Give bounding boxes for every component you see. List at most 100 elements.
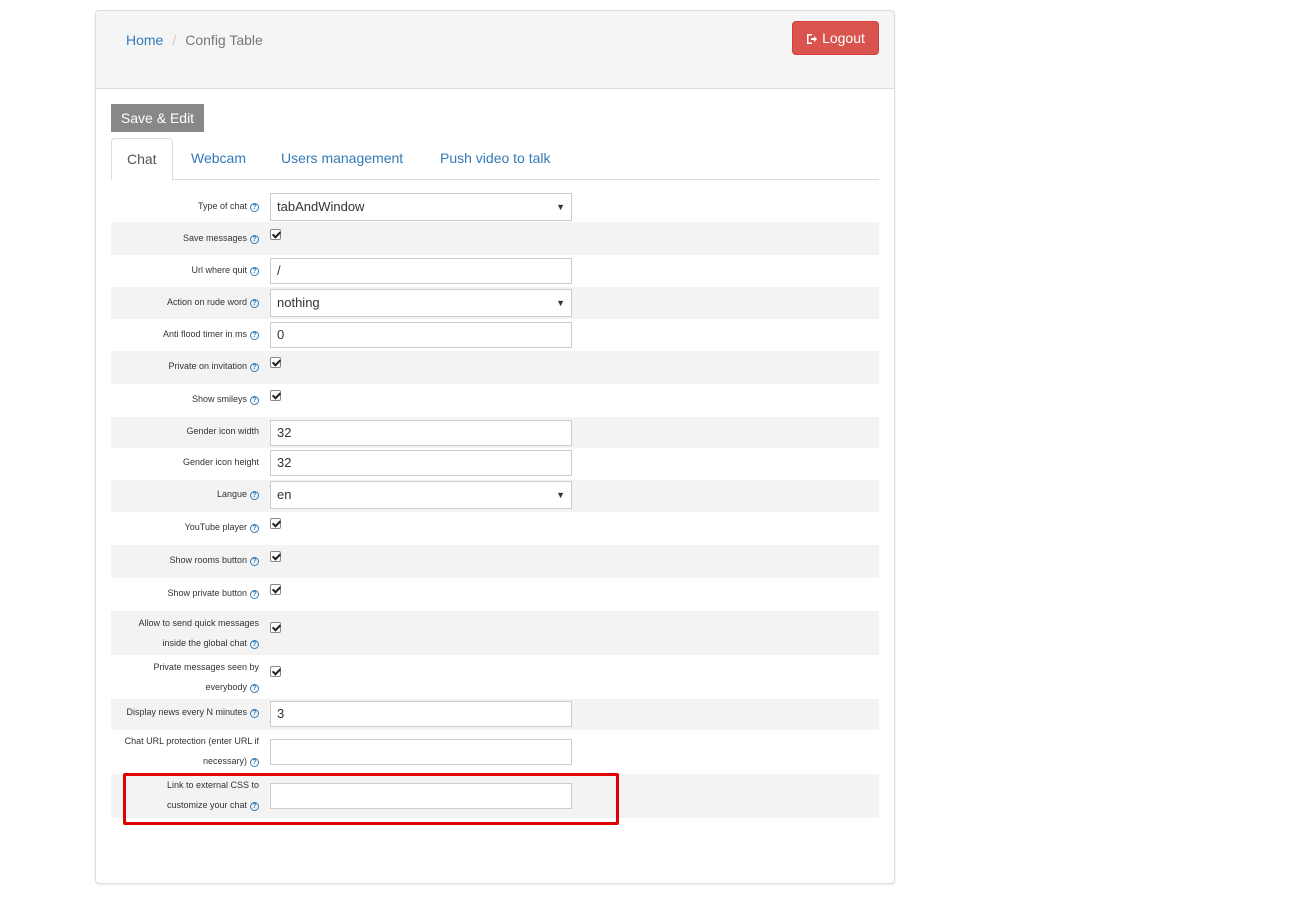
field-label: Gender icon height	[182, 457, 259, 467]
help-icon[interactable]: ?	[250, 491, 259, 500]
label-text: Show rooms button	[169, 555, 247, 565]
field-label: Action on rude word?	[111, 292, 261, 312]
field-label: YouTube player?	[111, 517, 261, 537]
save-edit-button[interactable]: Save & Edit	[111, 104, 204, 132]
row-private-on-invitation: Private on invitation?	[111, 351, 879, 384]
field-label: Langue?	[111, 484, 261, 504]
field-label: Allow to send quick messages inside the g…	[111, 613, 261, 653]
field-label: Private messages seen by everybody?	[111, 657, 261, 697]
label-text: YouTube player	[184, 522, 247, 532]
field-label: Show rooms button?	[111, 550, 261, 570]
field-label: Type of chat?	[111, 196, 261, 216]
row-gender-icon-height: Gender icon height 32	[111, 448, 879, 479]
help-icon[interactable]: ?	[250, 802, 259, 811]
chevron-down-icon: ▼	[556, 490, 565, 500]
private-on-invitation-checkbox[interactable]	[270, 357, 281, 368]
select-value: tabAndWindow	[277, 199, 365, 214]
field-label: Url where quit?	[111, 260, 261, 280]
tab-push-video-to-talk[interactable]: Push video to talk	[425, 138, 566, 180]
label-text: Anti flood timer in ms	[162, 329, 247, 339]
help-icon[interactable]: ?	[250, 267, 259, 276]
url-where-quit-input[interactable]: /	[270, 258, 572, 284]
label-text: Private on invitation	[168, 361, 247, 371]
logout-button[interactable]: Logout	[792, 21, 879, 55]
select-value: en	[277, 487, 292, 502]
select-value: nothing	[277, 295, 320, 310]
label-text-line1: Link to external CSS to	[166, 780, 259, 790]
help-icon[interactable]: ?	[250, 557, 259, 566]
gender-icon-width-input[interactable]: 32	[270, 420, 572, 446]
chevron-down-icon: ▼	[556, 298, 565, 308]
row-save-messages: Save messages?	[111, 222, 879, 255]
external-css-input[interactable]	[270, 783, 572, 809]
field-label: Link to external CSS to customize your ch…	[111, 775, 261, 815]
help-icon[interactable]: ?	[250, 331, 259, 340]
row-private-seen-by-everybody: Private messages seen by everybody?	[111, 655, 879, 699]
logout-label: Logout	[822, 30, 865, 46]
row-youtube-player: YouTube player?	[111, 512, 879, 545]
help-icon[interactable]: ?	[250, 684, 259, 693]
help-icon[interactable]: ?	[250, 235, 259, 244]
row-quick-messages: Allow to send quick messages inside the g…	[111, 611, 879, 655]
youtube-player-checkbox[interactable]	[270, 518, 281, 529]
show-private-button-checkbox[interactable]	[270, 584, 281, 595]
tab-users-management[interactable]: Users management	[266, 138, 418, 180]
breadcrumb-separator: /	[172, 32, 177, 48]
gender-icon-height-input[interactable]: 32	[270, 450, 572, 476]
field-label: Chat URL protection (enter URL if necessa…	[111, 731, 261, 771]
breadcrumb-current: Config Table	[185, 32, 263, 48]
anti-flood-timer-input[interactable]: 0	[270, 322, 572, 348]
row-show-rooms-button: Show rooms button?	[111, 545, 879, 578]
label-text: Url where quit	[191, 265, 247, 275]
display-news-input[interactable]: 3	[270, 701, 572, 727]
row-chat-url-protection: Chat URL protection (enter URL if necessa…	[111, 730, 879, 774]
show-smileys-checkbox[interactable]	[270, 390, 281, 401]
label-text: Show private button	[167, 588, 247, 598]
field-label: Anti flood timer in ms?	[111, 324, 261, 344]
field-label: Gender icon width	[186, 426, 259, 436]
help-icon[interactable]: ?	[250, 363, 259, 372]
type-of-chat-select[interactable]: tabAndWindow ▼	[270, 193, 572, 221]
label-text-line1: Private messages seen by	[153, 662, 259, 672]
breadcrumb: Home / Config Table	[126, 31, 263, 49]
label-text-line1: Allow to send quick messages	[138, 618, 259, 628]
row-anti-flood-timer: Anti flood timer in ms? 0	[111, 319, 879, 351]
tab-bar: Chat Webcam Users management Push video …	[111, 138, 879, 181]
help-icon[interactable]: ?	[250, 709, 259, 718]
label-text: Action on rude word	[166, 297, 247, 307]
help-icon[interactable]: ?	[250, 299, 259, 308]
label-text-line2: customize your chat	[166, 800, 247, 810]
langue-select[interactable]: en ▼	[270, 481, 572, 509]
breadcrumb-home-link[interactable]: Home	[126, 32, 163, 48]
tab-webcam[interactable]: Webcam	[176, 138, 261, 180]
help-icon[interactable]: ?	[250, 524, 259, 533]
help-icon[interactable]: ?	[250, 590, 259, 599]
field-label: Show private button?	[111, 583, 261, 603]
help-icon[interactable]: ?	[250, 396, 259, 405]
help-icon[interactable]: ?	[250, 758, 259, 767]
field-label: Save messages?	[111, 228, 261, 248]
private-seen-by-everybody-checkbox[interactable]	[270, 666, 281, 677]
save-messages-checkbox[interactable]	[270, 229, 281, 240]
panel-heading: Home / Config Table Logout	[96, 11, 894, 89]
help-icon[interactable]: ?	[250, 203, 259, 212]
field-label: Display news every N minutes?	[111, 702, 261, 722]
show-rooms-button-checkbox[interactable]	[270, 551, 281, 562]
label-text: Display news every N minutes	[126, 707, 247, 717]
label-text: Langue	[216, 489, 247, 499]
help-icon[interactable]: ?	[250, 640, 259, 649]
row-url-where-quit: Url where quit? /	[111, 255, 879, 286]
row-type-of-chat: Type of chat? tabAndWindow ▼	[111, 192, 879, 222]
config-panel: Home / Config Table Logout Save & Edit Cha…	[95, 10, 895, 884]
quick-messages-checkbox[interactable]	[270, 622, 281, 633]
row-show-private-button: Show private button?	[111, 578, 879, 611]
chat-url-protection-input[interactable]	[270, 739, 572, 765]
action-on-rude-word-select[interactable]: nothing ▼	[270, 289, 572, 317]
tab-chat[interactable]: Chat	[111, 138, 173, 181]
chevron-down-icon: ▼	[556, 202, 565, 212]
label-text: Show smileys	[191, 394, 247, 404]
label-text-line2: inside the global chat	[162, 638, 247, 648]
sign-out-icon	[807, 34, 818, 44]
row-show-smileys: Show smileys?	[111, 384, 879, 417]
row-gender-icon-width: Gender icon width 32	[111, 417, 879, 448]
